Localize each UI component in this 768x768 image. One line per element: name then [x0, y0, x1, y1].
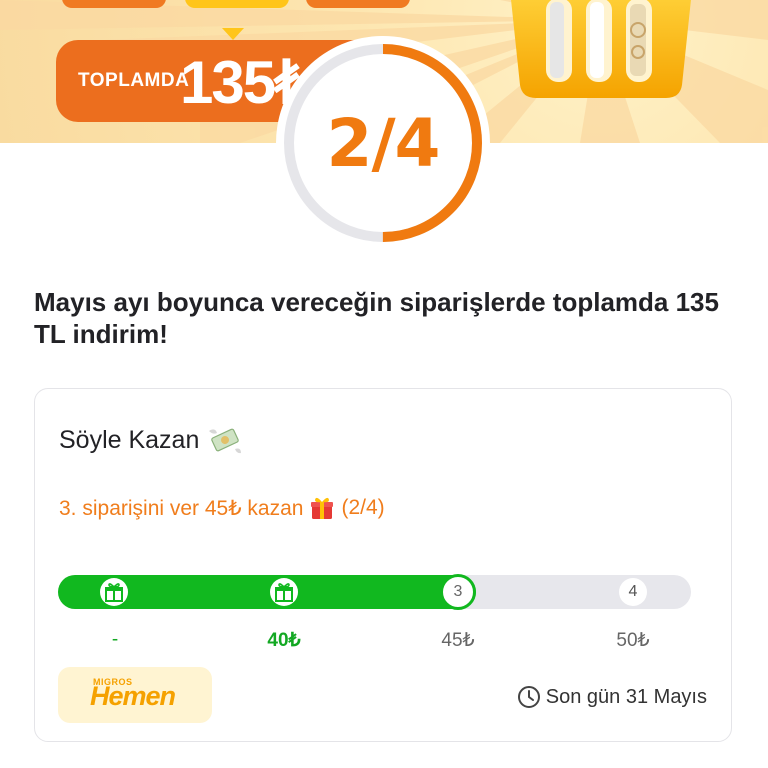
milestone-3-current: 3 — [440, 574, 476, 610]
milestone-1-gift-icon — [100, 578, 128, 606]
shopping-basket-icon — [511, 0, 691, 98]
milestone-1-reward: - — [111, 629, 119, 650]
campaign-card[interactable]: Söyle Kazan 3. siparişini ver 45₺ kazan … — [34, 388, 732, 742]
milestone-3-reward: 45₺ — [441, 630, 475, 651]
task-description: 3. siparişini ver 45₺ kazan (2/4) — [59, 495, 385, 521]
milestone-2-gift-icon — [270, 578, 298, 606]
clock-icon — [517, 686, 540, 708]
milestone-2-reward: 40₺ — [267, 630, 301, 651]
logo-brand-main: Hemen — [90, 681, 176, 711]
progress-ring-label: 2/4 — [326, 104, 441, 182]
banner-chip — [62, 0, 166, 8]
banner-chip-selected — [185, 0, 289, 8]
card-title: Söyle Kazan — [59, 425, 200, 454]
task-progress: (2/4) — [341, 496, 385, 519]
task-text: 3. siparişini ver 45₺ kazan — [59, 496, 304, 520]
card-title-row: Söyle Kazan — [59, 425, 243, 455]
total-label: TOPLAMDA — [78, 70, 190, 91]
banner-chip — [306, 0, 410, 8]
progress-ring: 2/4 — [276, 36, 490, 250]
money-with-wings-icon — [209, 428, 242, 454]
deadline-row: Son gün 31 Mayıs — [517, 685, 707, 709]
gift-icon — [311, 497, 334, 519]
deadline-text: Son gün 31 Mayıs — [545, 685, 707, 708]
campaign-headline: Mayıs ayı boyunca vereceğin siparişlerde… — [34, 287, 719, 349]
pointer-arrow-icon — [222, 28, 244, 40]
milestone-4-reward: 50₺ — [616, 630, 650, 651]
milestone-4-upcoming: 4 — [619, 578, 647, 606]
milestone-track: 3 4 — [58, 574, 691, 610]
migros-hemen-logo: MIGROS Hemen — [58, 667, 212, 723]
